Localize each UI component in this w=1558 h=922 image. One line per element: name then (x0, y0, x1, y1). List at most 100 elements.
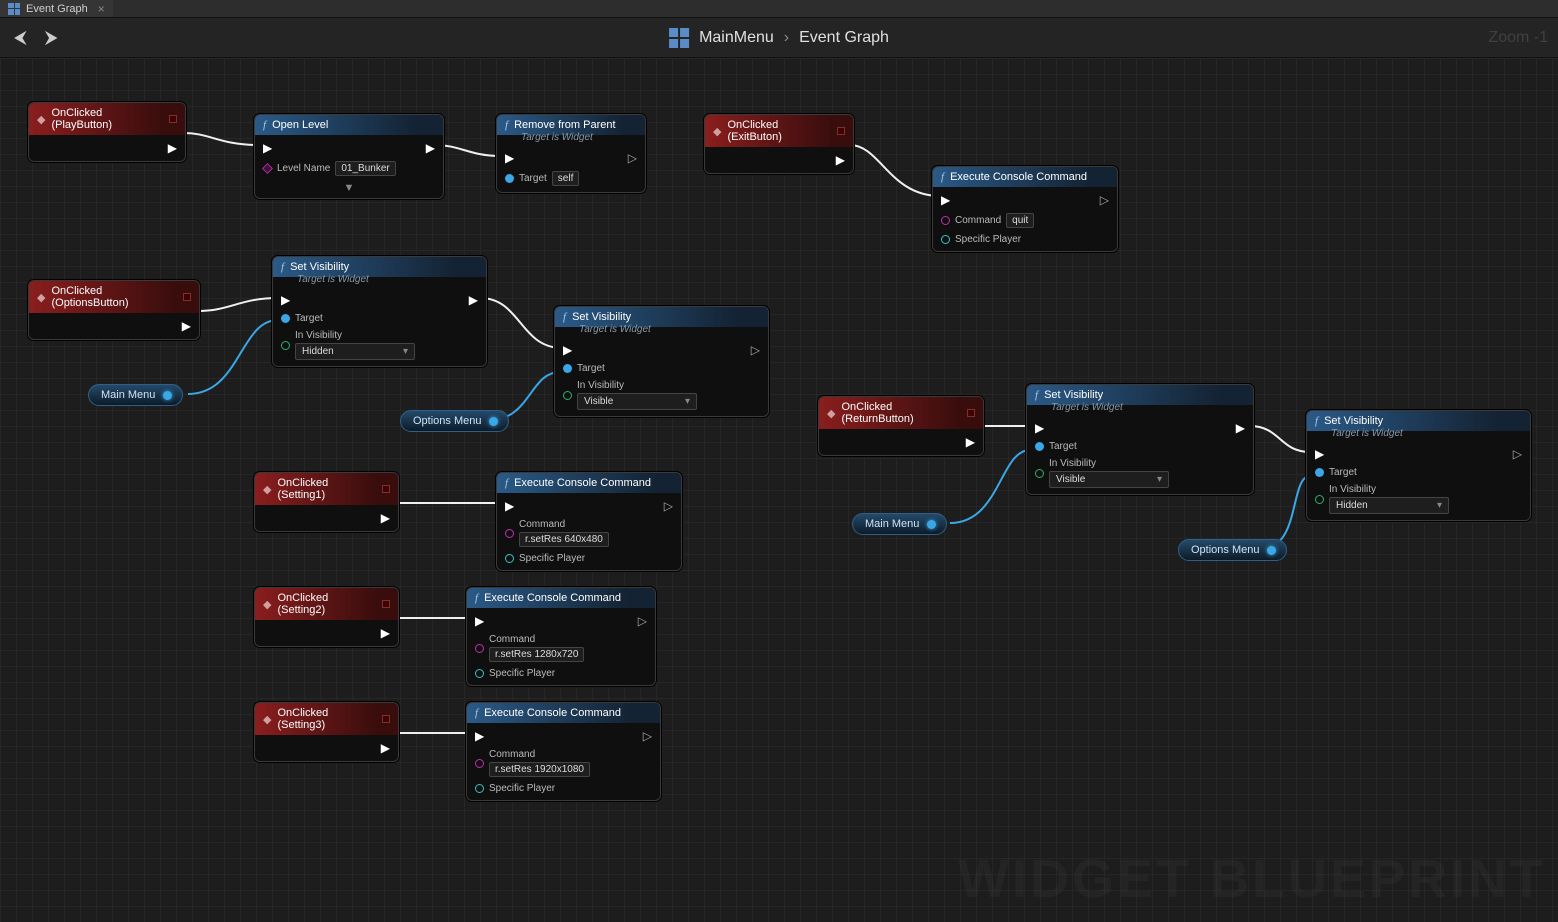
node-set-visibility-hidden-2[interactable]: fSet Visibility Target is Widget Target … (1306, 410, 1531, 521)
node-onclicked-setting2[interactable]: OnClicked (Setting2) (254, 587, 399, 647)
exec-out-pin[interactable] (381, 741, 390, 755)
close-icon[interactable]: × (98, 2, 105, 16)
exec-in-pin[interactable] (281, 293, 290, 307)
var-options-menu-2[interactable]: Options Menu (1178, 539, 1287, 561)
var-main-menu-2[interactable]: Main Menu (852, 513, 947, 535)
exec-out-pin[interactable] (469, 293, 478, 307)
exec-in-pin[interactable] (563, 343, 572, 357)
enum-pin[interactable] (1035, 469, 1044, 478)
tab-title: Event Graph (26, 3, 88, 15)
exec-out-pin[interactable] (836, 153, 845, 167)
visibility-dropdown[interactable]: Visible (1049, 471, 1169, 488)
var-options-menu[interactable]: Options Menu (400, 410, 509, 432)
node-onclicked-setting1[interactable]: OnClicked (Setting1) (254, 472, 399, 532)
string-pin[interactable] (941, 216, 950, 225)
delegate-icon (382, 485, 390, 493)
exec-out-pin[interactable] (168, 141, 177, 155)
target-pin[interactable] (505, 174, 514, 183)
blueprint-icon (669, 28, 689, 48)
node-set-visibility-hidden[interactable]: fSet Visibility Target is Widget Target … (272, 256, 487, 367)
out-pin[interactable] (927, 520, 936, 529)
exec-in-pin[interactable] (1035, 421, 1044, 435)
node-onclicked-optionsbutton[interactable]: OnClicked (OptionsButton) (28, 280, 200, 340)
player-pin[interactable] (475, 784, 484, 793)
out-pin[interactable] (163, 391, 172, 400)
node-exec-setres-1920[interactable]: fExecute Console Command Command r.setRe… (466, 702, 661, 801)
delegate-icon (837, 127, 845, 135)
node-onclicked-returnbutton[interactable]: OnClicked (ReturnButton) (818, 396, 984, 456)
graph-icon (8, 3, 20, 15)
tab-event-graph[interactable]: Event Graph × (0, 0, 113, 17)
graph-canvas[interactable]: OnClicked (PlayButton) fOpen Level Level… (0, 58, 1558, 922)
string-pin[interactable] (475, 644, 484, 653)
node-onclicked-playbutton[interactable]: OnClicked (PlayButton) (28, 102, 186, 162)
exec-out-pin[interactable] (751, 343, 760, 357)
exec-out-pin[interactable] (664, 499, 673, 513)
exec-in-pin[interactable] (263, 141, 272, 155)
string-pin[interactable] (505, 529, 514, 538)
exec-out-pin[interactable] (381, 626, 390, 640)
out-pin[interactable] (1267, 546, 1276, 555)
command-input[interactable]: quit (1006, 213, 1034, 228)
event-icon (827, 407, 835, 420)
node-onclicked-setting3[interactable]: OnClicked (Setting3) (254, 702, 399, 762)
target-pin[interactable] (563, 364, 572, 373)
node-exec-quit[interactable]: fExecute Console Command Commandquit Spe… (932, 166, 1118, 252)
level-name-input[interactable]: 01_Bunker (335, 161, 395, 176)
function-icon: f (505, 477, 508, 489)
node-set-visibility-visible-2[interactable]: fSet Visibility Target is Widget Target … (1026, 384, 1254, 495)
exec-in-pin[interactable] (475, 614, 484, 628)
target-pin[interactable] (1315, 468, 1324, 477)
function-icon: f (281, 261, 284, 273)
exec-in-pin[interactable] (941, 193, 950, 207)
nav-forward-button[interactable]: ⮞ (45, 27, 58, 48)
visibility-dropdown[interactable]: Hidden (1329, 497, 1449, 514)
node-onclicked-exitbutton[interactable]: OnClicked (ExitButon) (704, 114, 854, 174)
visibility-dropdown[interactable]: Visible (577, 393, 697, 410)
expand-icon[interactable]: ▼ (255, 182, 443, 198)
node-exec-setres-640[interactable]: fExecute Console Command Command r.setRe… (496, 472, 682, 571)
var-main-menu[interactable]: Main Menu (88, 384, 183, 406)
command-input[interactable]: r.setRes 1280x720 (489, 647, 584, 662)
command-input[interactable]: r.setRes 1920x1080 (489, 762, 590, 777)
enum-pin[interactable] (281, 341, 290, 350)
command-input[interactable]: r.setRes 640x480 (519, 532, 609, 547)
breadcrumb-sep: › (784, 29, 789, 47)
exec-in-pin[interactable] (475, 729, 484, 743)
exec-out-pin[interactable] (638, 614, 647, 628)
string-pin[interactable] (475, 759, 484, 768)
function-icon: f (505, 119, 508, 131)
enum-pin[interactable] (1315, 495, 1324, 504)
exec-out-pin[interactable] (1100, 193, 1109, 207)
player-pin[interactable] (941, 235, 950, 244)
name-pin[interactable] (262, 163, 273, 174)
visibility-dropdown[interactable]: Hidden (295, 343, 415, 360)
out-pin[interactable] (489, 417, 498, 426)
player-pin[interactable] (505, 554, 514, 563)
exec-out-pin[interactable] (966, 435, 975, 449)
node-open-level[interactable]: fOpen Level Level Name01_Bunker ▼ (254, 114, 444, 199)
target-pin[interactable] (1035, 442, 1044, 451)
exec-out-pin[interactable] (1236, 421, 1245, 435)
exec-out-pin[interactable] (381, 511, 390, 525)
exec-out-pin[interactable] (426, 141, 435, 155)
target-pin[interactable] (281, 314, 290, 323)
node-exec-setres-1280[interactable]: fExecute Console Command Command r.setRe… (466, 587, 656, 686)
node-set-visibility-visible[interactable]: fSet Visibility Target is Widget Target … (554, 306, 769, 417)
function-icon: f (1315, 415, 1318, 427)
breadcrumb-leaf[interactable]: Event Graph (799, 29, 889, 47)
player-pin[interactable] (475, 669, 484, 678)
exec-out-pin[interactable] (628, 151, 637, 165)
exec-in-pin[interactable] (505, 499, 514, 513)
exec-in-pin[interactable] (505, 151, 514, 165)
node-remove-from-parent[interactable]: fRemove from Parent Target is Widget Tar… (496, 114, 646, 193)
enum-pin[interactable] (563, 391, 572, 400)
exec-in-pin[interactable] (1315, 447, 1324, 461)
event-icon (263, 483, 271, 496)
exec-out-pin[interactable] (182, 319, 191, 333)
exec-out-pin[interactable] (643, 729, 652, 743)
exec-out-pin[interactable] (1513, 447, 1522, 461)
breadcrumb-root[interactable]: MainMenu (699, 29, 774, 47)
event-icon (713, 125, 721, 138)
nav-back-button[interactable]: ⮜ (14, 27, 27, 48)
